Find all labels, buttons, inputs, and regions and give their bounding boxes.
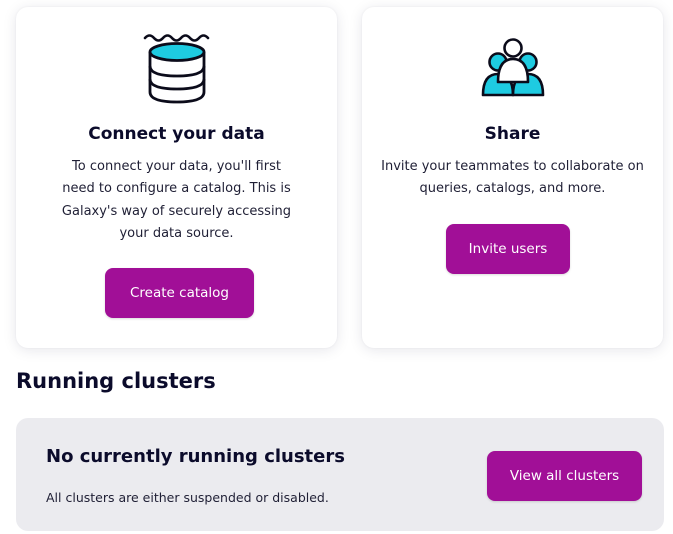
running-clusters-panel: No currently running clusters All cluste… — [16, 418, 664, 531]
share-title: Share — [484, 124, 541, 144]
no-clusters-description: All clusters are either suspended or dis… — [46, 490, 329, 505]
connect-data-description: To connect your data, you'll first need … — [61, 159, 292, 242]
no-clusters-title: No currently running clusters — [46, 446, 345, 467]
users-icon — [481, 38, 545, 102]
share-description: Invite your teammates to collaborate on … — [381, 159, 644, 197]
dashboard: Connect your data To connect your data, … — [0, 0, 673, 534]
view-all-clusters-button[interactable]: View all clusters — [487, 451, 642, 501]
database-icon — [142, 31, 212, 111]
connect-data-card: Connect your data To connect your data, … — [16, 7, 337, 348]
create-catalog-button[interactable]: Create catalog — [105, 268, 254, 318]
running-clusters-heading: Running clusters — [16, 369, 216, 393]
invite-users-button[interactable]: Invite users — [446, 224, 570, 274]
share-card: Share Invite your teammates to collabora… — [362, 7, 663, 348]
connect-data-title: Connect your data — [88, 124, 265, 144]
